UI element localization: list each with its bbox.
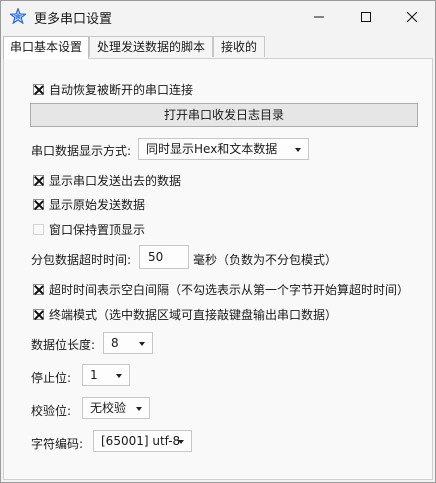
show-raw-checkbox[interactable]	[33, 199, 44, 210]
data-bits-label: 数据位长度:	[31, 338, 96, 352]
display-mode-select[interactable]: 同时显示Hex和文本数据	[138, 138, 309, 160]
maximize-icon	[361, 11, 371, 22]
timeout-gap-label: 超时时间表示空白间隔（不勾选表示从第一个字节开始算超时时间）	[49, 283, 410, 297]
show-sent-checkbox[interactable]	[33, 175, 44, 186]
stop-bits-value: 1	[90, 368, 98, 382]
show-sent-label: 显示串口发送出去的数据	[49, 174, 182, 188]
data-bits-select[interactable]: 8	[103, 332, 153, 354]
auto-reconnect-option[interactable]: 自动恢复被断开的串口连接	[33, 81, 193, 98]
chevron-down-icon	[139, 342, 145, 346]
settings-window: 更多串口设置 串口基本设置 处理发送数据的脚本 接收的 自动恢复被断开的串口连接…	[0, 0, 436, 483]
always-on-top-option[interactable]: 窗口保持置顶显示	[33, 221, 145, 238]
chevron-down-icon	[116, 374, 122, 378]
always-on-top-checkbox[interactable]	[33, 224, 44, 235]
display-mode-value: 同时显示Hex和文本数据	[146, 142, 278, 156]
packet-timeout-unit: 毫秒（负数为不分包模式）	[193, 253, 338, 267]
close-icon	[407, 11, 417, 22]
show-sent-option[interactable]: 显示串口发送出去的数据	[33, 172, 181, 189]
chevron-down-icon	[136, 407, 142, 411]
open-log-dir-button[interactable]: 打开串口收发日志目录	[30, 103, 418, 127]
show-raw-label: 显示原始发送数据	[49, 198, 146, 212]
close-button[interactable]	[389, 1, 435, 32]
terminal-mode-checkbox[interactable]	[33, 309, 44, 320]
tab-receive[interactable]: 接收的	[213, 36, 265, 57]
parity-label: 校验位:	[31, 404, 72, 418]
encoding-select[interactable]: [65001] utf-8	[93, 430, 192, 452]
tab-send-script[interactable]: 处理发送数据的脚本	[89, 36, 213, 57]
auto-reconnect-checkbox[interactable]	[33, 84, 44, 95]
terminal-mode-label: 终端模式（选中数据区域可直接敲键盘输出串口数据）	[49, 308, 338, 322]
timeout-gap-option[interactable]: 超时时间表示空白间隔（不勾选表示从第一个字节开始算超时时间）	[33, 281, 409, 298]
parity-value: 无校验	[90, 401, 127, 415]
window-title: 更多串口设置	[34, 12, 113, 27]
timeout-gap-checkbox[interactable]	[33, 284, 44, 295]
data-bits-value: 8	[111, 336, 119, 350]
packet-timeout-label: 分包数据超时时间:	[31, 253, 132, 267]
tab-bar: 串口基本设置 处理发送数据的脚本 接收的	[3, 36, 435, 59]
packet-timeout-input[interactable]: 50	[139, 245, 189, 269]
settings-panel: 自动恢复被断开的串口连接 打开串口收发日志目录 串口数据显示方式: 同时显示He…	[3, 58, 433, 480]
star-app-icon	[10, 8, 26, 24]
always-on-top-label: 窗口保持置顶显示	[49, 223, 146, 237]
parity-select[interactable]: 无校验	[82, 397, 150, 419]
auto-reconnect-label: 自动恢复被断开的串口连接	[49, 83, 194, 97]
minimize-icon	[314, 16, 324, 17]
chevron-down-icon	[178, 440, 184, 444]
maximize-button[interactable]	[343, 1, 389, 32]
encoding-label: 字符编码:	[31, 437, 84, 451]
display-mode-label: 串口数据显示方式:	[31, 144, 132, 158]
title-bar[interactable]: 更多串口设置	[1, 1, 435, 32]
stop-bits-select[interactable]: 1	[82, 364, 130, 386]
encoding-value: [65001] utf-8	[101, 434, 181, 448]
tab-serial-basic[interactable]: 串口基本设置	[3, 36, 89, 59]
minimize-button[interactable]	[296, 1, 342, 32]
stop-bits-label: 停止位:	[31, 371, 72, 385]
terminal-mode-option[interactable]: 终端模式（选中数据区域可直接敲键盘输出串口数据）	[33, 306, 337, 323]
chevron-down-icon	[295, 148, 301, 152]
show-raw-option[interactable]: 显示原始发送数据	[33, 196, 145, 213]
